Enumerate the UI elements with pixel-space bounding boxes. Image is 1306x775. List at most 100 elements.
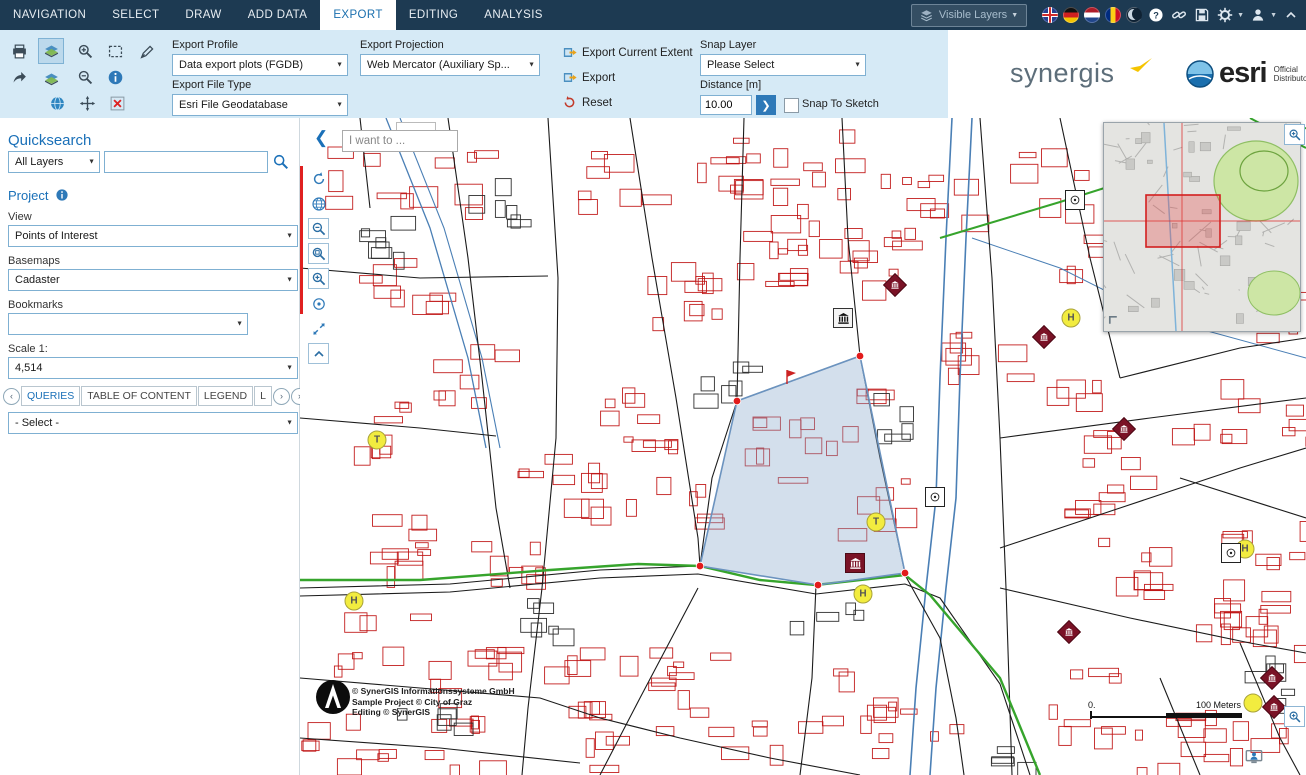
menu-tab-export[interactable]: EXPORT <box>320 0 395 30</box>
poi-box-marker[interactable] <box>1221 543 1241 563</box>
menu-tab-navigation[interactable]: NAVIGATION <box>0 0 99 30</box>
sidebar-tab-legend[interactable]: LEGEND <box>198 386 253 406</box>
basemaps-select[interactable]: Cadaster▼ <box>8 269 298 291</box>
globe-icon <box>311 196 327 212</box>
bookmarks-select[interactable]: ▼ <box>8 313 248 335</box>
netherlands-flag-icon[interactable] <box>1084 7 1100 23</box>
menu-tab-add-data[interactable]: ADD DATA <box>235 0 321 30</box>
user-session-icon[interactable] <box>1244 748 1264 766</box>
snap-to-sketch-checkbox[interactable] <box>784 98 799 113</box>
chevron-down-icon: ▼ <box>854 62 861 69</box>
sketch-pen-button[interactable] <box>136 40 158 62</box>
chevron-down-icon: ▼ <box>528 62 535 69</box>
menu-tabs: NAVIGATIONSELECTDRAWADD DATAEXPORTEDITIN… <box>0 0 556 30</box>
night-mode-icon[interactable] <box>1126 7 1142 23</box>
map-tool-full-extent-button[interactable] <box>308 318 329 339</box>
reset-button[interactable]: Reset <box>562 95 612 110</box>
help-icon[interactable] <box>1147 6 1165 24</box>
transit-stop-marker[interactable]: T <box>867 513 886 532</box>
menu-tab-draw[interactable]: DRAW <box>172 0 234 30</box>
transit-stop-marker[interactable] <box>1244 694 1263 713</box>
map-tool-zoom-out-button[interactable] <box>308 218 329 239</box>
settings-gear-icon[interactable] <box>1216 6 1234 24</box>
quicksearch-heading[interactable]: Quicksearch <box>8 132 91 149</box>
map-tool-collapse-button[interactable] <box>308 343 329 364</box>
distance-apply-button[interactable]: ❯ <box>756 95 776 115</box>
basemap-button[interactable] <box>40 68 62 90</box>
pan-move-button[interactable] <box>76 92 98 114</box>
query-select[interactable]: - Select -▼ <box>8 412 298 434</box>
export-ribbon: Export Profile Data export plots (FGDB)▼… <box>0 30 1306 119</box>
share-button[interactable] <box>8 66 30 88</box>
transit-stop-marker[interactable]: T <box>368 431 387 450</box>
sidebar-tab-table-of-content[interactable]: TABLE OF CONTENT <box>81 386 197 406</box>
scalebar-zero: 0. <box>1088 700 1096 710</box>
sidebar-tab-queries[interactable]: QUERIES <box>21 386 80 406</box>
export-button[interactable]: Export <box>562 70 615 85</box>
map-vertical-toolbar <box>308 168 329 364</box>
collapse-ribbon-icon[interactable] <box>1282 6 1300 24</box>
scale-select[interactable]: 4,514▼ <box>8 357 298 379</box>
distance-input[interactable] <box>700 95 752 115</box>
user-icon[interactable] <box>1249 6 1267 24</box>
globe-button[interactable] <box>46 92 68 114</box>
menu-tab-select[interactable]: SELECT <box>99 0 172 30</box>
chevron-down-icon: ▼ <box>336 62 343 69</box>
export-projection-select[interactable]: Web Mercator (Auxiliary Sp...▼ <box>360 54 540 76</box>
poi-box-marker[interactable] <box>925 487 945 507</box>
overview-map-drawing <box>1104 123 1300 331</box>
map-tool-zoom-window-button[interactable] <box>308 243 329 264</box>
save-icon[interactable] <box>1193 6 1211 24</box>
project-info-icon[interactable] <box>55 188 69 202</box>
select-rectangle-button[interactable] <box>104 40 126 62</box>
bank-icon <box>1120 425 1129 434</box>
overview-map[interactable] <box>1103 122 1301 332</box>
sidebar-collapse-handle[interactable]: ❮ <box>314 128 328 148</box>
snap-layer-select[interactable]: Please Select▼ <box>700 54 866 76</box>
transit-stop-marker[interactable]: H <box>1062 309 1081 328</box>
poi-icon <box>929 491 941 503</box>
map-zoom-top-right-button[interactable] <box>1284 124 1305 145</box>
map-tool-zoom-in-button[interactable] <box>308 268 329 289</box>
transit-stop-marker[interactable]: H <box>345 592 364 611</box>
museum-marker[interactable] <box>833 308 853 328</box>
zoom-out-tool-button[interactable] <box>74 66 96 88</box>
romania-flag-icon[interactable] <box>1105 7 1121 23</box>
north-arrow-icon[interactable] <box>314 678 352 716</box>
menu-tab-analysis[interactable]: ANALYSIS <box>471 0 556 30</box>
menu-tab-editing[interactable]: EDITING <box>396 0 471 30</box>
map-zoom-bottom-right-button[interactable] <box>1284 706 1305 727</box>
uk-flag-icon[interactable] <box>1042 7 1058 23</box>
export-current-extent-button[interactable]: Export Current Extent <box>562 45 693 60</box>
sidebar-tab-l[interactable]: L <box>254 386 272 406</box>
visible-layers-button[interactable]: Visible Layers ▼ <box>911 4 1027 27</box>
link-icon[interactable] <box>1170 6 1188 24</box>
tab-scroll-left-button[interactable]: ‹ <box>3 388 20 405</box>
tab-scroll-right-button[interactable]: › <box>273 388 290 405</box>
poi-icon <box>1225 547 1237 559</box>
poi-box-marker[interactable] <box>1065 190 1085 210</box>
map-tool-refresh-button[interactable] <box>308 168 329 189</box>
export-file-type-select[interactable]: Esri File Geodatabase▼ <box>172 94 348 116</box>
transit-stop-marker[interactable]: H <box>854 585 873 604</box>
view-select[interactable]: Points of Interest▼ <box>8 225 298 247</box>
map-tool-globe-button[interactable] <box>308 193 329 214</box>
synergis-swoosh-icon <box>1128 56 1154 76</box>
germany-flag-icon[interactable] <box>1063 7 1079 23</box>
museum-icon <box>837 312 850 325</box>
search-icon[interactable] <box>272 153 290 171</box>
info-button[interactable] <box>104 66 126 88</box>
museum-marker[interactable] <box>845 553 865 573</box>
overview-collapse-icon[interactable] <box>1107 314 1121 328</box>
layer-filter-select[interactable]: All Layers▼ <box>8 151 100 173</box>
delete-button[interactable] <box>106 92 128 114</box>
print-button[interactable] <box>8 40 30 62</box>
map-canvas[interactable]: ❮ THHTHH © SynerGIS Informationssysteme … <box>300 118 1306 775</box>
map-tool-center-point-button[interactable] <box>308 293 329 314</box>
export-profile-select[interactable]: Data export plots (FGDB)▼ <box>172 54 348 76</box>
i-want-to-input[interactable] <box>342 130 458 152</box>
zoom-in-tool-button[interactable] <box>74 40 96 62</box>
map-view-button[interactable] <box>38 38 64 64</box>
chevron-down-icon: ▼ <box>236 321 243 328</box>
search-input[interactable] <box>104 151 268 173</box>
